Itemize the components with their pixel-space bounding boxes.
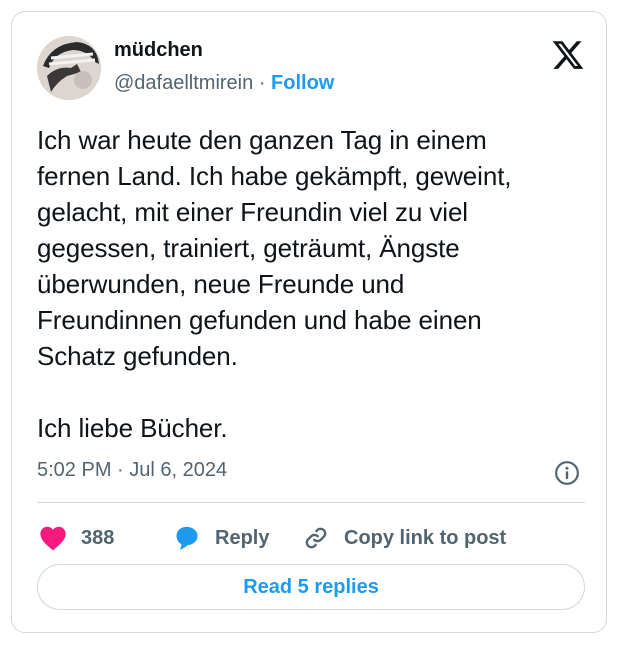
link-icon [305, 527, 327, 549]
reply-label: Reply [215, 526, 270, 549]
like-button[interactable]: 388 [39, 518, 114, 558]
x-logo-icon[interactable] [551, 38, 585, 72]
speech-bubble-icon [176, 526, 198, 550]
post-timestamp[interactable]: 5:02 PM · Jul 6, 2024 [37, 459, 227, 482]
copy-link-button[interactable]: Copy link to post [302, 518, 506, 558]
author-handle-row: @dafaelltmirein · Follow [114, 72, 334, 95]
avatar-image [37, 36, 101, 100]
author-name[interactable]: müdchen [114, 39, 203, 62]
info-icon[interactable] [554, 460, 580, 486]
divider [37, 502, 585, 503]
post-text: Ich war heute den ganzen Tag in einem fe… [37, 125, 512, 443]
handle-separator: · [258, 72, 266, 94]
heart-icon [40, 526, 66, 551]
like-count: 388 [81, 526, 115, 549]
avatar[interactable] [37, 36, 101, 100]
copy-link-label: Copy link to post [344, 526, 507, 549]
read-replies-button[interactable]: Read 5 replies [37, 564, 585, 610]
reply-button[interactable]: Reply [173, 518, 269, 558]
post-card: müdchen @dafaelltmirein · Follow Ich war… [11, 11, 607, 633]
author-handle[interactable]: @dafaelltmirein [114, 72, 253, 94]
follow-button[interactable]: Follow [271, 72, 334, 94]
